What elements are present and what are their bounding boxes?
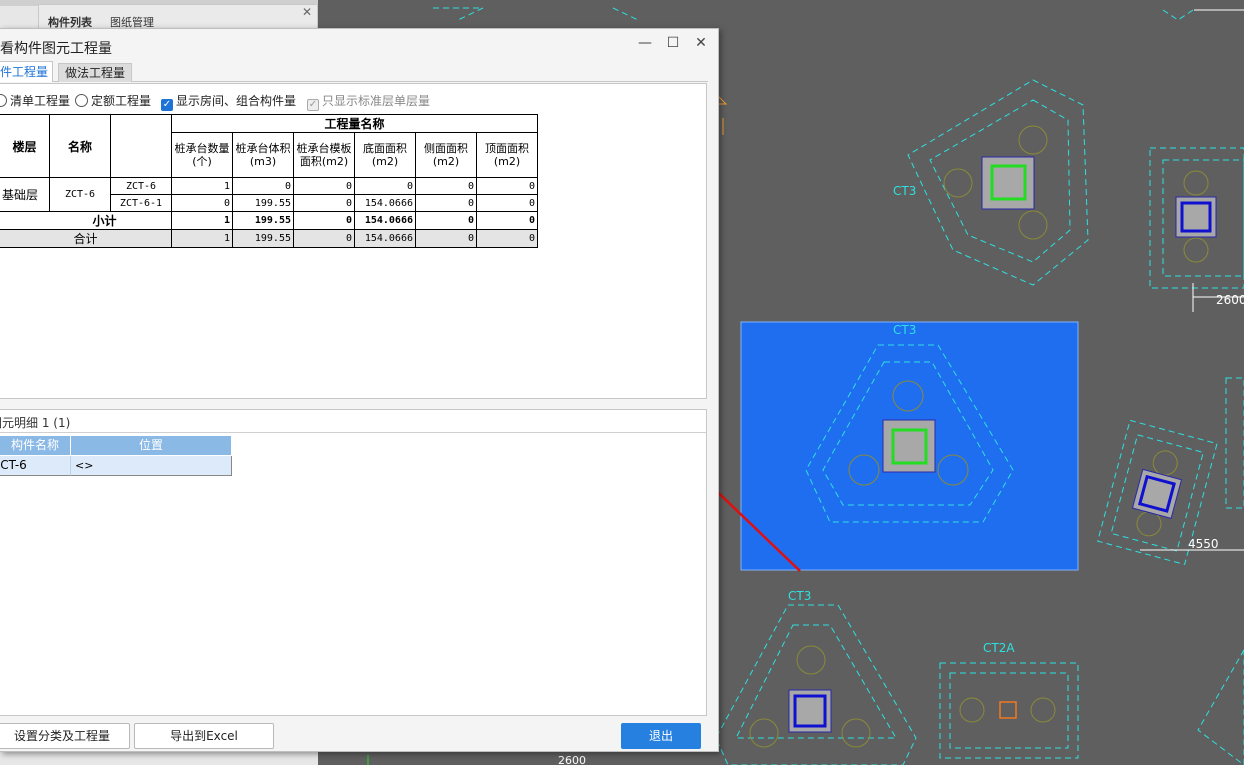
total-row[interactable]: 合计 1 199.55 0 154.0666 0 0 — [0, 229, 538, 248]
detail-title: 图元明细 1 (1) — [0, 416, 71, 430]
settings-button[interactable]: 设置分类及工程量 — [0, 723, 130, 749]
cell-value: 154.0666 — [354, 194, 416, 212]
header-position: 位置 — [71, 436, 231, 455]
checkbox-label: 只显示标准层单层量 — [322, 94, 431, 108]
detail-cell-position[interactable]: <> — [71, 456, 232, 476]
checkbox-checked-icon: ✓ — [161, 99, 173, 111]
checkbox-show-rooms[interactable]: ✓ 显示房间、组合构件量 — [161, 92, 296, 111]
cell-value: 1 — [171, 177, 233, 195]
subtotal-row[interactable]: 小计 1 199.55 0 154.0666 0 0 — [0, 211, 538, 230]
cell-value: 1 — [171, 211, 233, 230]
detail-cell-name[interactable]: ZCT-6 — [0, 456, 71, 476]
header-floor: 楼层 — [0, 114, 50, 178]
cell-value: 0 — [476, 229, 538, 248]
dialog-title: 查看构件图元工程量 — [0, 41, 112, 57]
header-col: 桩承台数量(个) — [171, 132, 233, 178]
radio-label: 清单工程量 — [10, 94, 71, 108]
close-icon[interactable]: ✕ — [692, 35, 710, 51]
header-name: 名称 — [49, 114, 111, 178]
minimize-icon[interactable]: — — [636, 35, 654, 51]
dialog-tabs: 构件工程量 做法工程量 — [0, 61, 708, 82]
radio-bill-quantity[interactable]: 清单工程量 — [0, 92, 70, 109]
header-component-name: 构件名称 — [0, 436, 71, 455]
detail-grid: 构件名称 位置 ZCT-6 <> — [0, 432, 706, 716]
radio-quota-quantity[interactable]: 定额工程量 — [75, 92, 151, 109]
cell-value: 0 — [232, 177, 294, 195]
subtotal-label: 小计 — [0, 211, 172, 230]
cell-sub: ZCT-6 — [110, 177, 172, 195]
tab-method-quantity[interactable]: 做法工程量 — [58, 63, 133, 82]
maximize-icon[interactable]: ☐ — [664, 35, 682, 51]
total-label: 合计 — [0, 229, 172, 248]
cell-sub: ZCT-6-1 — [110, 194, 172, 212]
radio-icon — [0, 94, 7, 107]
header-col: 顶面面积(m2) — [476, 132, 538, 178]
exit-button[interactable]: 退出 — [621, 723, 701, 749]
cell-value: 0 — [415, 194, 477, 212]
cell-value: 0 — [293, 177, 355, 195]
radio-icon — [75, 94, 88, 107]
header-blank — [110, 114, 172, 178]
cell-value: 0 — [354, 177, 416, 195]
cell-value: 0 — [415, 177, 477, 195]
cell-value: 154.0666 — [354, 229, 416, 248]
cell-value: 1 — [171, 229, 233, 248]
checkbox-disabled-icon: ✓ — [307, 99, 319, 111]
cell-name: ZCT-6 — [49, 177, 111, 212]
cell-value: 0 — [415, 229, 477, 248]
cell-value: 199.55 — [232, 194, 294, 212]
cell-value: 0 — [293, 229, 355, 248]
cell-value: 0 — [293, 194, 355, 212]
quantity-table: 楼层 名称 工程量名称 桩承台数量(个) 桩承台体积(m3) 桩承台模板面积(m… — [0, 114, 538, 248]
cell-value: 0 — [293, 211, 355, 230]
checkbox-standard-floor: ✓ 只显示标准层单层量 — [307, 92, 430, 111]
cell-value: 199.55 — [232, 211, 294, 230]
header-col: 侧面面积(m2) — [415, 132, 477, 178]
cell-value: 0 — [171, 194, 233, 212]
cell-value: 199.55 — [232, 229, 294, 248]
quantity-dialog: 查看构件图元工程量 — ☐ ✕ 构件工程量 做法工程量 清单工程量 定额工程量 … — [0, 28, 719, 752]
header-col: 底面面积(m2) — [354, 132, 416, 178]
cell-value: 0 — [476, 211, 538, 230]
cell-value: 154.0666 — [354, 211, 416, 230]
quantity-panel: 清单工程量 定额工程量 ✓ 显示房间、组合构件量 ✓ 只显示标准层单层量 楼层 名称… — [0, 83, 707, 399]
tab-component-quantity[interactable]: 构件工程量 — [0, 61, 54, 82]
header-col: 桩承台模板面积(m2) — [293, 132, 355, 178]
header-quantity-name: 工程量名称 — [171, 114, 538, 133]
cell-floor: 基础层 — [0, 177, 50, 212]
export-excel-button[interactable]: 导出到Excel — [134, 723, 274, 749]
table-row[interactable]: 基础层 ZCT-6 ZCT-6 1 0 0 0 0 0 — [0, 177, 538, 212]
checkbox-label: 显示房间、组合构件量 — [176, 94, 297, 108]
cell-value: 0 — [476, 194, 538, 212]
header-col: 桩承台体积(m3) — [232, 132, 294, 178]
cell-value: 0 — [415, 211, 477, 230]
radio-label: 定额工程量 — [91, 94, 152, 108]
detail-panel: 图元明细 1 (1) 构件名称 位置 ZCT-6 <> — [0, 409, 707, 716]
cell-value: 0 — [476, 177, 538, 195]
